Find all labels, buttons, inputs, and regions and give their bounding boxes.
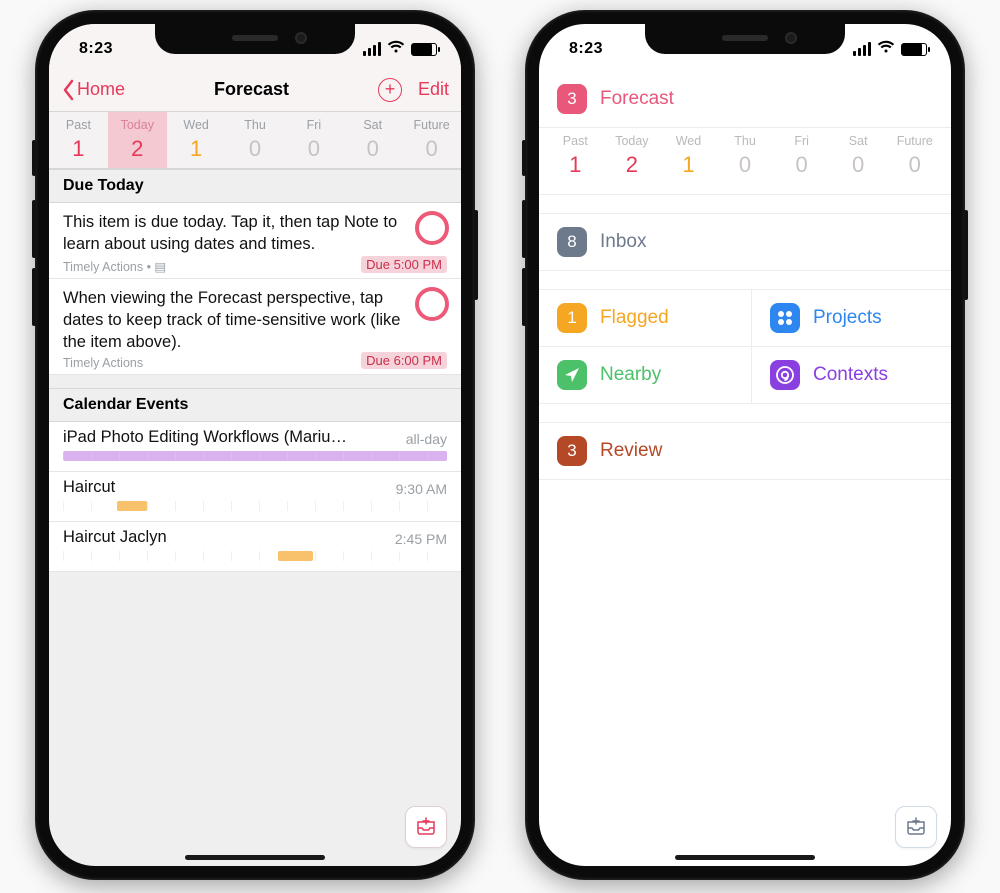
day-sat[interactable]: Sat0 <box>830 128 887 184</box>
battery-icon <box>411 43 437 56</box>
projects-icon <box>770 303 800 333</box>
status-time: 8:23 <box>561 40 603 58</box>
calendar-event[interactable]: Haircut9:30 AM <box>49 472 461 522</box>
signal-icon <box>851 42 871 56</box>
nearby-icon <box>557 360 587 390</box>
flagged-badge: 1 <box>557 303 587 333</box>
edit-button[interactable]: Edit <box>418 79 449 100</box>
new-inbox-button[interactable] <box>895 806 937 848</box>
perspective-contexts[interactable]: Contexts <box>751 347 951 403</box>
task-circle-icon[interactable] <box>415 287 449 321</box>
perspective-projects[interactable]: Projects <box>751 290 951 346</box>
notch <box>155 24 355 54</box>
section-due-today: Due Today <box>49 169 461 203</box>
calendar-event[interactable]: Haircut Jaclyn2:45 PM <box>49 522 461 572</box>
inbox-label: Inbox <box>600 231 646 253</box>
perspective-flagged[interactable]: 1 Flagged <box>539 290 738 346</box>
forecast-day-strip: Past1Today2Wed1Thu0Fri0Sat0Future0 <box>49 112 461 169</box>
add-button[interactable] <box>378 78 402 102</box>
calendar-event[interactable]: iPad Photo Editing Workflows (Mariu…all-… <box>49 422 461 472</box>
mute-switch[interactable] <box>522 140 526 176</box>
task-item[interactable]: When viewing the Forecast perspective, t… <box>49 279 461 376</box>
nav-bar: Home Forecast Edit <box>49 68 461 112</box>
perspective-review[interactable]: 3 Review <box>539 422 951 480</box>
battery-icon <box>901 43 927 56</box>
flagged-label: Flagged <box>600 307 669 329</box>
back-label: Home <box>77 79 125 100</box>
phone-right: 8:23 3 Forecast Past1Today2Wed1Thu0Fri0S… <box>525 10 965 880</box>
day-today[interactable]: Today2 <box>604 128 661 184</box>
perspective-list: 3 Forecast Past1Today2Wed1Thu0Fri0Sat0Fu… <box>539 68 951 480</box>
volume-down-button[interactable] <box>522 268 526 326</box>
volume-up-button[interactable] <box>522 200 526 258</box>
task-circle-icon[interactable] <box>415 211 449 245</box>
notch <box>645 24 845 54</box>
day-today[interactable]: Today2 <box>108 112 167 168</box>
perspective-nearby[interactable]: Nearby <box>539 347 738 403</box>
inbox-plus-icon <box>904 815 928 839</box>
home-indicator[interactable] <box>185 855 325 860</box>
day-past[interactable]: Past1 <box>49 112 108 168</box>
chevron-left-icon <box>61 79 75 101</box>
volume-down-button[interactable] <box>32 268 36 326</box>
due-badge: Due 6:00 PM <box>361 352 447 369</box>
perspective-forecast[interactable]: 3 Forecast <box>539 71 951 128</box>
inbox-badge: 8 <box>557 227 587 257</box>
task-list: This item is due today. Tap it, then tap… <box>49 203 461 375</box>
due-badge: Due 5:00 PM <box>361 256 447 273</box>
review-label: Review <box>600 440 662 462</box>
section-calendar: Calendar Events <box>49 389 461 422</box>
wifi-icon <box>387 40 405 59</box>
home-indicator[interactable] <box>675 855 815 860</box>
task-item[interactable]: This item is due today. Tap it, then tap… <box>49 203 461 279</box>
screen-right: 8:23 3 Forecast Past1Today2Wed1Thu0Fri0S… <box>539 24 951 866</box>
day-fri[interactable]: Fri0 <box>284 112 343 168</box>
contexts-label: Contexts <box>813 364 888 386</box>
day-wed[interactable]: Wed1 <box>167 112 226 168</box>
screen-left: 8:23 Home Forecast Edit Past1Today2Wed1T… <box>49 24 461 866</box>
contexts-icon <box>770 360 800 390</box>
review-badge: 3 <box>557 436 587 466</box>
day-past[interactable]: Past1 <box>547 128 604 184</box>
status-icons <box>851 40 929 59</box>
phone-left: 8:23 Home Forecast Edit Past1Today2Wed1T… <box>35 10 475 880</box>
forecast-label: Forecast <box>600 88 674 110</box>
side-button[interactable] <box>474 210 478 300</box>
day-fri[interactable]: Fri0 <box>773 128 830 184</box>
day-sat[interactable]: Sat0 <box>343 112 402 168</box>
nearby-label: Nearby <box>600 364 661 386</box>
side-button[interactable] <box>964 210 968 300</box>
forecast-badge: 3 <box>557 84 587 114</box>
perspective-inbox[interactable]: 8 Inbox <box>539 213 951 271</box>
day-future[interactable]: Future0 <box>402 112 461 168</box>
inbox-plus-icon <box>414 815 438 839</box>
day-wed[interactable]: Wed1 <box>660 128 717 184</box>
calendar-list: iPad Photo Editing Workflows (Mariu…all-… <box>49 422 461 572</box>
day-thu[interactable]: Thu0 <box>717 128 774 184</box>
volume-up-button[interactable] <box>32 200 36 258</box>
day-future[interactable]: Future0 <box>886 128 943 184</box>
day-thu[interactable]: Thu0 <box>226 112 285 168</box>
forecast-day-strip-compact: Past1Today2Wed1Thu0Fri0Sat0Future0 <box>539 128 951 195</box>
projects-label: Projects <box>813 307 882 329</box>
signal-icon <box>361 42 381 56</box>
status-time: 8:23 <box>71 40 113 58</box>
new-inbox-button[interactable] <box>405 806 447 848</box>
wifi-icon <box>877 40 895 59</box>
status-icons <box>361 40 439 59</box>
mute-switch[interactable] <box>32 140 36 176</box>
back-button[interactable]: Home <box>61 79 125 101</box>
nav-title: Forecast <box>214 79 289 100</box>
